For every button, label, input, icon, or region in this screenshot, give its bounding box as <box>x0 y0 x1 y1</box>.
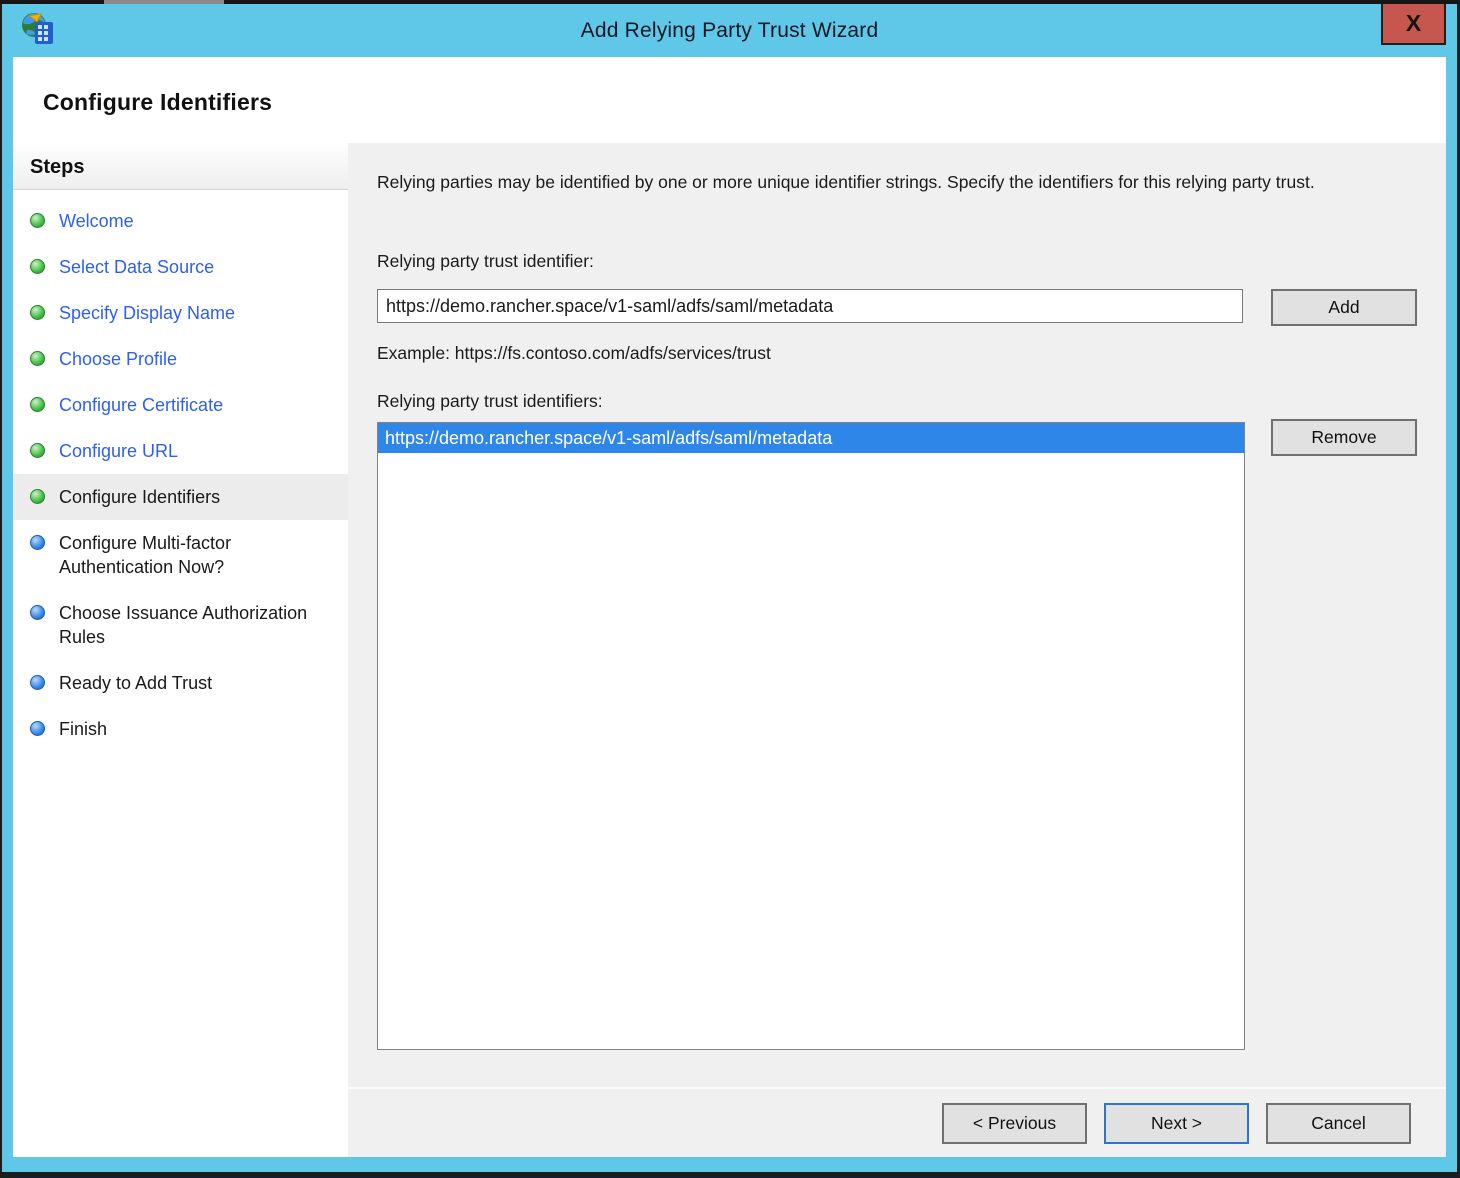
page-description: Relying parties may be identified by one… <box>377 169 1407 196</box>
step-label: Choose Issuance Authorization Rules <box>59 601 309 649</box>
step-item[interactable]: Configure URL <box>13 428 348 474</box>
step-label: Select Data Source <box>59 255 214 279</box>
step-label: Welcome <box>59 209 134 233</box>
steps-list: Welcome Select Data Source Specify Display… <box>13 190 348 752</box>
cancel-button[interactable]: Cancel <box>1266 1103 1411 1144</box>
wizard-window: Add Relying Party Trust Wizard X Configu… <box>2 3 1457 1172</box>
footer-bar: < Previous Next > Cancel <box>348 1087 1446 1157</box>
steps-sidebar: Steps Welcome Select Data Source Specify D… <box>13 143 348 1157</box>
step-item[interactable]: Choose Profile <box>13 336 348 382</box>
step-item[interactable]: Configure Certificate <box>13 382 348 428</box>
background-window-artifact <box>104 0 224 4</box>
adfs-app-icon <box>19 10 59 50</box>
step-label: Ready to Add Trust <box>59 671 212 695</box>
step-item: Configure Multi-factor Authentication No… <box>13 520 348 590</box>
step-item[interactable]: Welcome <box>13 198 348 244</box>
step-bullet-icon <box>30 489 45 504</box>
step-bullet-icon <box>30 351 45 366</box>
step-label: Finish <box>59 717 107 741</box>
step-item: Choose Issuance Authorization Rules <box>13 590 348 660</box>
step-bullet-icon <box>30 305 45 320</box>
add-button[interactable]: Add <box>1271 289 1417 326</box>
identifiers-listbox[interactable]: https://demo.rancher.space/v1-saml/adfs/… <box>377 422 1245 1050</box>
window-title: Add Relying Party Trust Wizard <box>2 3 1457 59</box>
step-label: Configure URL <box>59 439 178 463</box>
steps-header: Steps <box>13 143 348 190</box>
main-content: Relying parties may be identified by one… <box>348 143 1446 1157</box>
page-header: Configure Identifiers <box>13 57 1446 143</box>
step-item: Ready to Add Trust <box>13 660 348 706</box>
step-item[interactable]: Select Data Source <box>13 244 348 290</box>
close-button[interactable]: X <box>1381 2 1446 45</box>
previous-button[interactable]: < Previous <box>942 1103 1087 1144</box>
titlebar: Add Relying Party Trust Wizard X <box>2 3 1457 57</box>
step-item: Configure Identifiers <box>13 474 348 520</box>
next-button[interactable]: Next > <box>1104 1103 1249 1144</box>
page-title: Configure Identifiers <box>43 89 1446 116</box>
remove-button[interactable]: Remove <box>1271 419 1417 456</box>
step-bullet-icon <box>30 397 45 412</box>
step-label: Configure Identifiers <box>59 485 220 509</box>
step-label: Configure Multi-factor Authentication No… <box>59 531 309 579</box>
identifiers-list-label: Relying party trust identifiers: <box>377 391 603 412</box>
identifier-list-item[interactable]: https://demo.rancher.space/v1-saml/adfs/… <box>378 423 1244 453</box>
example-text: Example: https://fs.contoso.com/adfs/ser… <box>377 343 771 364</box>
step-label: Choose Profile <box>59 347 177 371</box>
step-bullet-icon <box>30 721 45 736</box>
close-icon: X <box>1406 10 1421 37</box>
identifier-field-label: Relying party trust identifier: <box>377 251 594 272</box>
step-label: Specify Display Name <box>59 301 235 325</box>
step-bullet-icon <box>30 213 45 228</box>
identifier-input[interactable] <box>377 289 1243 323</box>
step-item: Finish <box>13 706 348 752</box>
step-bullet-icon <box>30 605 45 620</box>
wizard-panel: Configure Identifiers Steps Welcome Selec… <box>13 57 1446 1157</box>
screen-edge-strip <box>0 0 1460 4</box>
step-bullet-icon <box>30 675 45 690</box>
step-item[interactable]: Specify Display Name <box>13 290 348 336</box>
step-label: Configure Certificate <box>59 393 223 417</box>
step-bullet-icon <box>30 535 45 550</box>
step-bullet-icon <box>30 259 45 274</box>
step-bullet-icon <box>30 443 45 458</box>
